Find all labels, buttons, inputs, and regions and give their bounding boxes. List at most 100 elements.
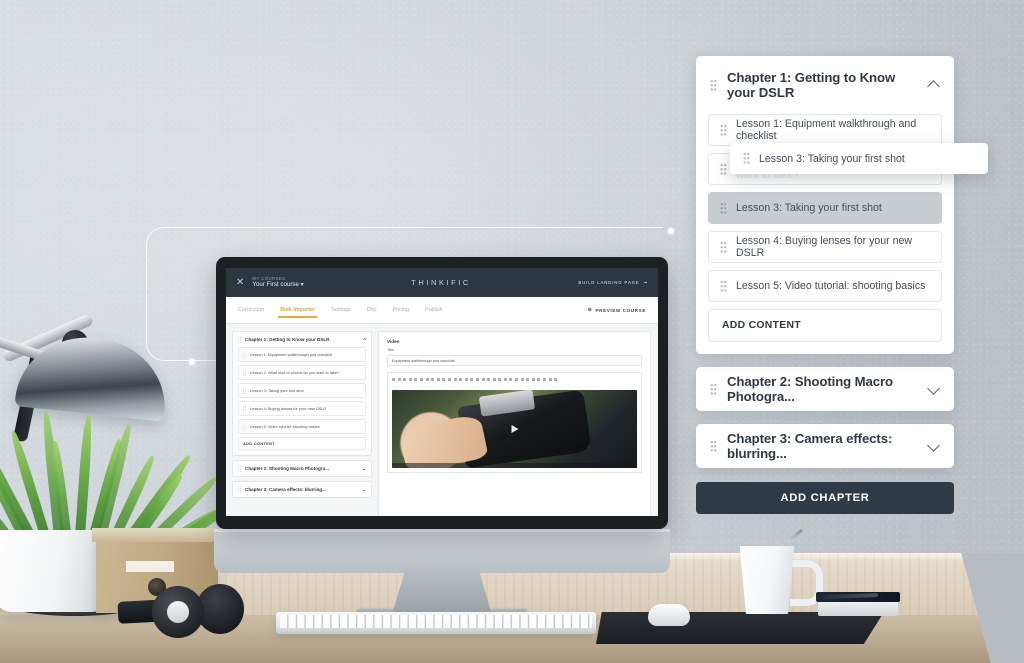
play-icon[interactable] [511, 425, 518, 433]
toolbar-icon[interactable] [481, 378, 485, 381]
drag-handle-icon[interactable] [710, 382, 717, 396]
drag-handle-icon[interactable] [710, 78, 717, 92]
chevron-down-icon[interactable]: ⌄ [362, 487, 366, 493]
mini-chapter-2-title: Chapter 2: Shooting Macro Photogra... [245, 466, 329, 471]
toolbar-icon[interactable] [459, 378, 463, 381]
drag-handle-icon[interactable] [243, 423, 246, 430]
toolbar-icon[interactable] [408, 378, 412, 381]
toolbar-icon[interactable] [503, 378, 507, 381]
mini-chapter-1-header[interactable]: Chapter 1: Getting to Know your DSLR ^ [233, 332, 371, 347]
lesson-title-input[interactable]: Equipment walkthrough and checklist [387, 355, 642, 366]
toolbar-icon[interactable] [453, 378, 457, 381]
toolbar-icon[interactable] [498, 378, 502, 381]
video-thumbnail[interactable] [392, 390, 637, 468]
mini-lesson-item[interactable]: Lesson 5: Video tutorial: shooting basic… [238, 419, 366, 434]
tab-bulk-importer[interactable]: Bulk importer [278, 307, 318, 318]
toolbar-icon[interactable] [475, 378, 479, 381]
title-field-label: Title [387, 348, 395, 352]
tab-curriculum[interactable]: Curriculum [238, 307, 264, 318]
toolbar-icon[interactable] [537, 378, 541, 381]
drag-handle-icon[interactable] [720, 240, 727, 254]
mini-chapter-3[interactable]: Chapter 3: Camera effects: blurring... ⌄ [232, 481, 372, 498]
toolbar-icon[interactable] [397, 378, 401, 381]
drag-handle-icon[interactable] [720, 162, 727, 176]
mini-lesson-item[interactable]: Lesson 2: What kind of photos do you wan… [238, 365, 366, 380]
decorative-dot-bottom [189, 359, 195, 365]
toolbar-icon[interactable] [487, 378, 491, 381]
build-landing-page-label: BUILD LANDING PAGE [578, 280, 640, 285]
tab-settings[interactable]: Settings [331, 307, 350, 318]
toolbar-icon[interactable] [526, 378, 530, 381]
lesson-item[interactable]: Lesson 3: Taking your first shot [708, 192, 942, 224]
chapter-2-card[interactable]: Chapter 2: Shooting Macro Photogra... [696, 367, 954, 411]
tab-drip[interactable]: Drip [367, 307, 377, 318]
tab-publish[interactable]: Publish [425, 307, 443, 318]
toolbar-icon[interactable] [403, 378, 407, 381]
mini-chapter-2-header[interactable]: Chapter 2: Shooting Macro Photogra... ⌄ [233, 461, 371, 476]
chevron-down-icon[interactable]: ⌄ [362, 466, 366, 472]
lesson-item[interactable]: Lesson 4: Buying lenses for your new DSL… [708, 231, 942, 263]
toolbar-icon[interactable] [470, 378, 474, 381]
mini-lesson-item[interactable]: Lesson 4: Buying lenses for your new DSL… [238, 401, 366, 416]
toolbar-icon[interactable] [520, 378, 524, 381]
toolbar-icon[interactable] [548, 378, 552, 381]
lesson-item[interactable]: Lesson 1: Equipment walkthrough and chec… [708, 114, 942, 146]
toolbar-icon[interactable] [464, 378, 468, 381]
toolbar-icon[interactable] [414, 378, 418, 381]
drag-handle-icon[interactable] [710, 439, 717, 453]
breadcrumb-course-name[interactable]: Your First course ▾ [252, 281, 303, 288]
toolbar-icon[interactable] [447, 378, 451, 381]
toolbar-icon[interactable] [543, 378, 547, 381]
dragging-lesson-card[interactable]: Lesson 3: Taking your first shot [730, 143, 988, 174]
toolbar-icon[interactable] [509, 378, 513, 381]
mini-lesson-item[interactable]: Lesson 3: Taking your first shot [238, 383, 366, 398]
toolbar-icon[interactable] [431, 378, 435, 381]
chapter-3-card[interactable]: Chapter 3: Camera effects: blurring... [696, 424, 954, 468]
chevron-up-icon[interactable]: ^ [363, 337, 366, 342]
mini-lesson-item[interactable]: Lesson 1: Equipment walkthrough and chec… [238, 347, 366, 362]
mouse [648, 604, 690, 626]
video-progress-bar[interactable] [392, 463, 637, 468]
toolbar-icon[interactable] [492, 378, 496, 381]
chevron-down-icon[interactable] [929, 441, 940, 452]
add-content-button[interactable]: ADD CONTENT [708, 309, 942, 342]
lesson-item[interactable]: Lesson 5: Video tutorial: shooting basic… [708, 270, 942, 302]
drag-handle-icon[interactable] [743, 152, 750, 165]
drag-handle-icon[interactable] [720, 201, 727, 215]
add-chapter-button[interactable]: ADD CHAPTER [696, 482, 954, 514]
rich-text-toolbar[interactable] [387, 372, 642, 386]
toolbar-icon[interactable] [425, 378, 429, 381]
drag-handle-icon[interactable] [238, 336, 241, 343]
chevron-down-icon[interactable] [929, 384, 940, 395]
drag-handle-icon[interactable] [243, 351, 246, 358]
drag-handle-icon[interactable] [238, 465, 241, 472]
toolbar-icon[interactable] [392, 378, 395, 381]
dragging-lesson-label: Lesson 3: Taking your first shot [759, 152, 905, 165]
mini-chapter-2[interactable]: Chapter 2: Shooting Macro Photogra... ⌄ [232, 460, 372, 477]
chevron-up-icon[interactable] [929, 80, 940, 91]
drag-handle-icon[interactable] [720, 279, 727, 293]
lesson-label: Lesson 5: Video tutorial: shooting basic… [736, 280, 926, 292]
close-icon[interactable]: ✕ [236, 277, 244, 288]
toolbar-icon[interactable] [419, 378, 423, 381]
mini-chapter-1[interactable]: Chapter 1: Getting to Know your DSLR ^ L… [232, 331, 372, 456]
drag-handle-icon[interactable] [243, 369, 246, 376]
mini-add-content-button[interactable]: ADD CONTENT [238, 437, 366, 450]
toolbar-icon[interactable] [436, 378, 440, 381]
toolbar-icon[interactable] [442, 378, 446, 381]
drag-handle-icon[interactable] [243, 387, 246, 394]
toolbar-icon[interactable] [515, 378, 519, 381]
drag-handle-icon[interactable] [720, 123, 727, 137]
toolbar-icon[interactable] [531, 378, 535, 381]
drag-handle-icon[interactable] [238, 486, 241, 493]
mini-chapter-3-header[interactable]: Chapter 3: Camera effects: blurring... ⌄ [233, 482, 371, 497]
build-landing-page-button[interactable]: BUILD LANDING PAGE ➞ [578, 280, 648, 286]
drag-handle-icon[interactable] [243, 405, 246, 412]
tab-pricing[interactable]: Pricing [392, 307, 408, 318]
mousepad [596, 612, 884, 644]
toolbar-icon[interactable] [554, 378, 558, 381]
chapter-1-header[interactable]: Chapter 1: Getting to Know your DSLR [696, 56, 954, 114]
video-block[interactable] [387, 386, 642, 473]
preview-course-button[interactable]: ⚙ PREVIEW COURSE [588, 307, 646, 313]
mini-lesson-label: Lesson 4: Buying lenses for your new DSL… [250, 406, 327, 411]
